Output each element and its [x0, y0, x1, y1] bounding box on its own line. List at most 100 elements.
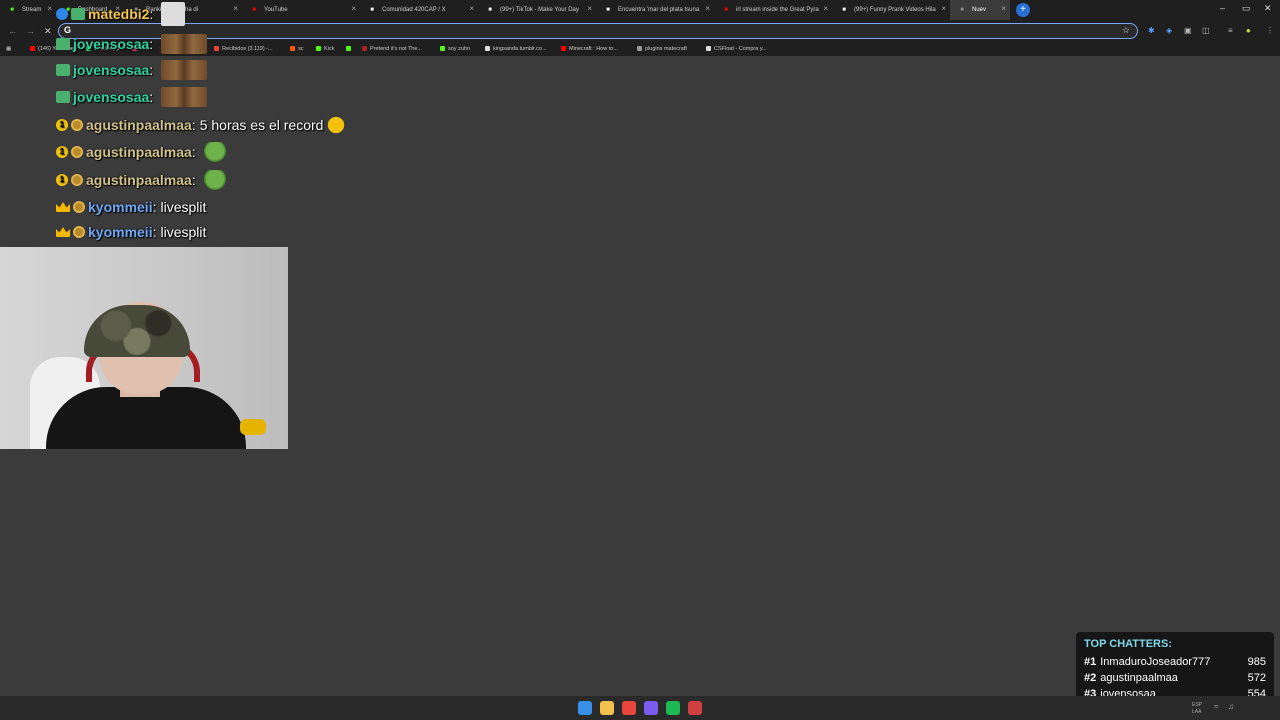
bookmark-item[interactable]: plugins matecraft	[637, 46, 687, 52]
chat-username[interactable]: agustinpaalmaa	[86, 144, 192, 160]
emote-face-icon	[327, 115, 346, 135]
close-tab-icon[interactable]: ×	[469, 4, 474, 13]
bookmark-item[interactable]: CSFloat - Compra y...	[706, 46, 767, 52]
bookmark-favicon-icon	[214, 46, 219, 51]
emote-monkeys-icon	[161, 87, 208, 107]
chat-separator: :	[149, 6, 154, 22]
wifi-icon[interactable]: ≈	[1214, 702, 1218, 711]
browser-tab[interactable]: ■ Nuev ×	[950, 0, 1010, 20]
menu-icon[interactable]: ⋮	[1266, 26, 1274, 35]
forward-icon[interactable]: →	[26, 26, 35, 36]
x-icon: ■	[370, 7, 374, 13]
close-tab-icon[interactable]: ×	[1001, 4, 1006, 13]
windows-taskbar: ESP LAA ≈ ♫	[0, 696, 1280, 720]
browser-tab[interactable]: ■ (99+) TikTok - Make Your Day ×	[478, 0, 596, 20]
maximize-icon[interactable]: ▭	[1242, 3, 1251, 14]
bookmark-favicon-icon	[290, 46, 295, 51]
emote-monkeys-icon	[161, 60, 208, 80]
chat-username[interactable]: matedbi2	[88, 6, 149, 22]
app-icon[interactable]	[688, 701, 702, 715]
gold-badge-icon	[73, 226, 85, 238]
tiktok-icon: ■	[842, 7, 846, 13]
browser-tab[interactable]: ■ YouTube ×	[242, 0, 360, 20]
chat-message: jovensosaa:	[56, 33, 208, 55]
bookmark-favicon-icon	[316, 46, 321, 51]
page-icon: ■	[960, 7, 964, 13]
sub-badge-icon: 1	[56, 146, 68, 158]
volume-icon[interactable]: ♫	[1228, 702, 1234, 711]
tray-region[interactable]: LAA	[1192, 709, 1201, 715]
chat-message: 1 agustinpaalmaa:	[56, 169, 226, 191]
chatter-count: 572	[1247, 672, 1266, 684]
close-tab-icon[interactable]: ×	[351, 4, 356, 13]
kick-icon: ■	[10, 7, 14, 13]
close-tab-icon[interactable]: ×	[941, 4, 946, 13]
sub-badge-icon: 1	[56, 174, 68, 186]
bookmark-item[interactable]: Recibidos (3.119) -...	[214, 46, 273, 52]
close-tab-icon[interactable]: ×	[587, 4, 592, 13]
bookmark-label: Pretend it's not The...	[370, 46, 423, 52]
chat-username[interactable]: kyommeii	[88, 199, 153, 215]
apps-grid-icon[interactable]: ▦	[6, 46, 11, 52]
tray-language[interactable]: ESP	[1192, 702, 1202, 708]
chat-separator: :	[149, 36, 154, 52]
discord-icon[interactable]	[644, 701, 658, 715]
chat-message: jovensosaa:	[56, 59, 208, 81]
chat-username[interactable]: jovensosaa	[73, 62, 149, 78]
extension-icon[interactable]: ✱	[1148, 26, 1155, 35]
close-tab-icon[interactable]: ×	[823, 4, 828, 13]
bookmark-label: soy zuhn	[448, 46, 471, 52]
chrome-icon[interactable]	[622, 701, 636, 715]
youtube-icon: ■	[252, 7, 256, 13]
gold-badge-icon	[71, 146, 83, 158]
bookmark-item[interactable]: Pretend it's not The...	[362, 46, 422, 52]
close-window-icon[interactable]: ✕	[1264, 3, 1272, 14]
bookmark-item[interactable]: soy zuhn	[440, 46, 470, 52]
chat-separator: :	[191, 144, 196, 160]
chat-username[interactable]: agustinpaalmaa	[86, 117, 192, 133]
extension-icon[interactable]: ▣	[1184, 26, 1192, 35]
browser-tab[interactable]: ■ (99+) Funny Prank Videos Hila ×	[832, 0, 950, 20]
youtube-icon: ■	[724, 7, 728, 13]
chat-text: livesplit	[160, 199, 207, 215]
address-bar[interactable]: G ☆	[58, 23, 1138, 39]
bookmark-item[interactable]: Minecraft : How to...	[561, 46, 618, 52]
windows-start-icon[interactable]	[578, 701, 592, 715]
browser-tab[interactable]: ■ Comunidad 420CAP / X ×	[360, 0, 478, 20]
spotify-icon[interactable]	[666, 701, 680, 715]
bookmark-item[interactable]: sc	[290, 46, 304, 52]
close-tab-icon[interactable]: ×	[233, 4, 238, 13]
close-tab-icon[interactable]: ×	[705, 4, 710, 13]
chat-message: 1 agustinpaalmaa:	[56, 141, 226, 163]
browser-tab[interactable]: ■ Encuentra 'mar del plata tsuna ×	[596, 0, 714, 20]
chatter-name: agustinpaalmaa	[1100, 672, 1178, 684]
profile-avatar-icon[interactable]: ●	[1246, 26, 1251, 35]
bookmark-label: Minecraft : How to...	[569, 46, 618, 52]
browser-tab[interactable]: ■ Stream ×	[0, 0, 56, 20]
chat-username[interactable]: agustinpaalmaa	[86, 172, 192, 188]
bookmark-favicon-icon	[706, 46, 711, 51]
chat-username[interactable]: jovensosaa	[73, 36, 149, 52]
chat-message: kyommeii: livesplit	[56, 196, 206, 218]
address-input[interactable]	[77, 25, 1077, 37]
new-tab-button[interactable]: +	[1016, 3, 1030, 17]
emote-pfp-icon	[161, 2, 186, 26]
chat-username[interactable]: jovensosaa	[73, 89, 149, 105]
bookmark-item[interactable]: Kick	[316, 46, 334, 52]
back-icon[interactable]: ←	[8, 26, 17, 36]
file-explorer-icon[interactable]	[600, 701, 614, 715]
browser-tab[interactable]: ■ irl stream inside the Great Pyra ×	[714, 0, 832, 20]
bookmark-item[interactable]: kingsanda.tumblr.co...	[485, 46, 547, 52]
reload-icon[interactable]: ✕	[44, 26, 52, 37]
minimize-icon[interactable]: –	[1220, 3, 1225, 13]
bookmark-label: Recibidos (3.119) -...	[222, 46, 273, 52]
bookmark-star-icon[interactable]: ☆	[1122, 25, 1130, 36]
tab-search-icon[interactable]: ≡	[1228, 26, 1233, 35]
extensions-puzzle-icon[interactable]: ◫	[1202, 26, 1210, 35]
chat-separator: :	[149, 62, 154, 78]
bookmark-item[interactable]	[346, 46, 354, 52]
close-tab-icon[interactable]: ×	[47, 4, 52, 13]
extension-icon[interactable]: ◈	[1166, 26, 1172, 35]
chat-username[interactable]: kyommeii	[88, 224, 153, 240]
chat-message: jovensosaa:	[56, 86, 208, 108]
